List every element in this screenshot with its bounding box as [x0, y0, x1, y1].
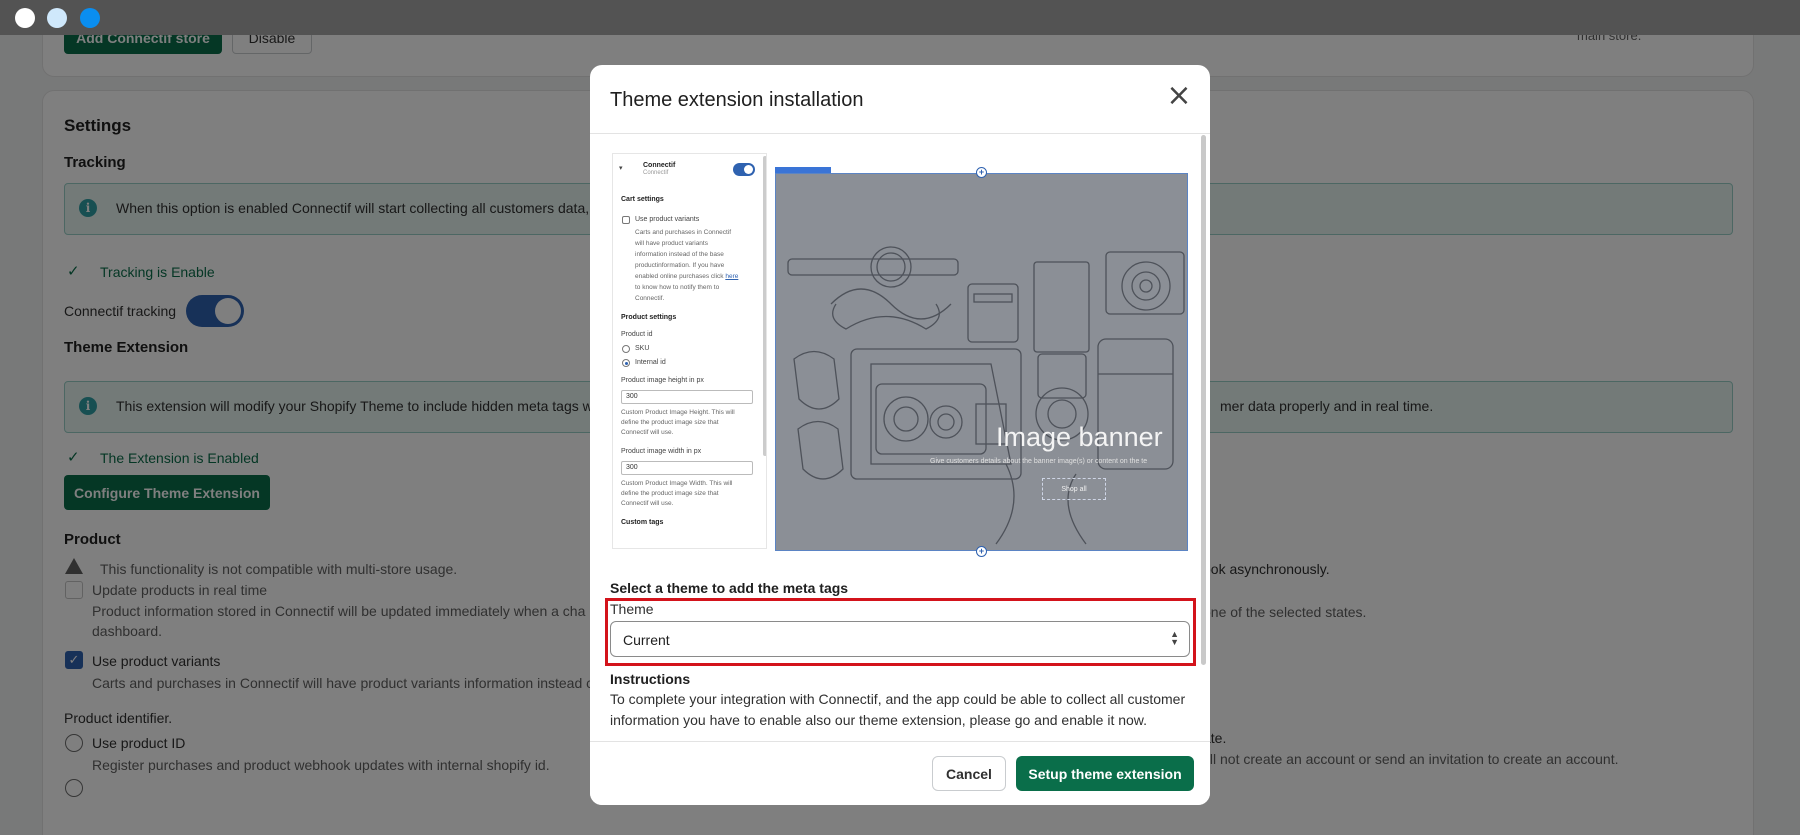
- window-titlebar: [0, 0, 1800, 35]
- preview-banner-title: Image banner: [996, 422, 1163, 452]
- preview-here-link: here: [725, 273, 739, 280]
- theme-preview-image: ▾ Connectif Connectif Cart settings Use …: [610, 151, 1192, 569]
- preview-width-desc-2: Connectif will use.: [621, 500, 674, 507]
- modal-scrollbar[interactable]: [1201, 135, 1206, 665]
- preview-app-sub: Connectif: [643, 170, 669, 176]
- preview-panel-scrollbar: [763, 156, 766, 456]
- header-divider: [590, 133, 1210, 134]
- preview-width-label: Product image width in px: [621, 448, 702, 455]
- preview-chevron-icon: ▾: [619, 165, 623, 172]
- modal-footer: Cancel Setup theme extension: [590, 741, 1210, 805]
- preview-height-input: 300: [621, 390, 753, 404]
- preview-width-desc-0: Custom Product Image Width. This will: [621, 480, 733, 487]
- preview-variants-desc-5: to know how to notify them to: [635, 284, 720, 291]
- preview-cart-settings: Cart settings: [621, 196, 664, 203]
- preview-height-desc-2: Connectif will use.: [621, 429, 674, 436]
- preview-variants-desc-0: Carts and purchases in Connectif: [635, 229, 732, 236]
- instructions-title: Instructions: [610, 671, 691, 687]
- preview-sku: SKU: [635, 345, 650, 352]
- preview-product-settings: Product settings: [621, 314, 677, 321]
- preview-radio-sku: [622, 345, 630, 353]
- preview-width-desc-1: define the product image size that: [621, 490, 719, 497]
- preview-settings-panel: ▾ Connectif Connectif Cart settings Use …: [612, 153, 767, 549]
- preview-height-desc-0: Custom Product Image Height. This will: [621, 409, 735, 416]
- preview-variants-desc-4: enabled online purchases click here: [635, 273, 738, 280]
- camera-illustration: [787, 246, 1185, 545]
- theme-label: Theme: [610, 601, 654, 617]
- select-arrows-icon: ▲ ▼: [1170, 629, 1179, 647]
- preview-width-input: 300: [621, 461, 753, 475]
- window-maximize-button[interactable]: [80, 8, 100, 28]
- window-close-button[interactable]: [15, 8, 35, 28]
- preview-toggle: [733, 163, 755, 176]
- select-theme-heading: Select a theme to add the meta tags: [610, 580, 849, 596]
- preview-custom-tags: Custom tags: [621, 519, 664, 526]
- setup-theme-extension-button[interactable]: Setup theme extension: [1016, 756, 1194, 791]
- theme-select[interactable]: Current ▲ ▼: [610, 621, 1190, 657]
- preview-checkbox: [622, 216, 630, 224]
- preview-variants-desc-2: information instead of the base: [635, 251, 724, 258]
- window-minimize-button[interactable]: [47, 8, 67, 28]
- preview-image-banner: Image banner Give customers details abou…: [775, 173, 1188, 551]
- preview-radio-internal-id: [622, 359, 630, 367]
- preview-variants-desc-6: Connectif.: [635, 295, 665, 302]
- theme-extension-modal: Theme extension installation × ▾ Connect…: [590, 65, 1210, 805]
- modal-title: Theme extension installation: [610, 89, 864, 111]
- cancel-button[interactable]: Cancel: [932, 756, 1006, 791]
- preview-internal-id: Internal id: [635, 359, 666, 366]
- preview-add-bottom-icon: +: [976, 546, 987, 557]
- preview-use-variants: Use product variants: [635, 216, 700, 223]
- theme-select-value: Current: [623, 632, 670, 648]
- preview-banner-subtitle: Give customers details about the banner …: [930, 458, 1148, 465]
- preview-height-label: Product image height in px: [621, 377, 704, 384]
- preview-shop-all-button: Shop all: [1042, 478, 1106, 500]
- preview-variants-desc-3: productinformation. If you have: [635, 262, 725, 269]
- preview-product-id: Product id: [621, 331, 653, 338]
- instructions-text: To complete your integration with Connec…: [610, 691, 1186, 728]
- preview-height-desc-1: define the product image size that: [621, 419, 719, 426]
- preview-add-top-icon: +: [976, 167, 987, 178]
- preview-variants-desc-4-text: enabled online purchases click: [635, 273, 726, 280]
- preview-app-name: Connectif: [643, 162, 676, 169]
- preview-variants-desc-1: will have product variants: [635, 240, 708, 247]
- close-icon[interactable]: ×: [1166, 81, 1192, 111]
